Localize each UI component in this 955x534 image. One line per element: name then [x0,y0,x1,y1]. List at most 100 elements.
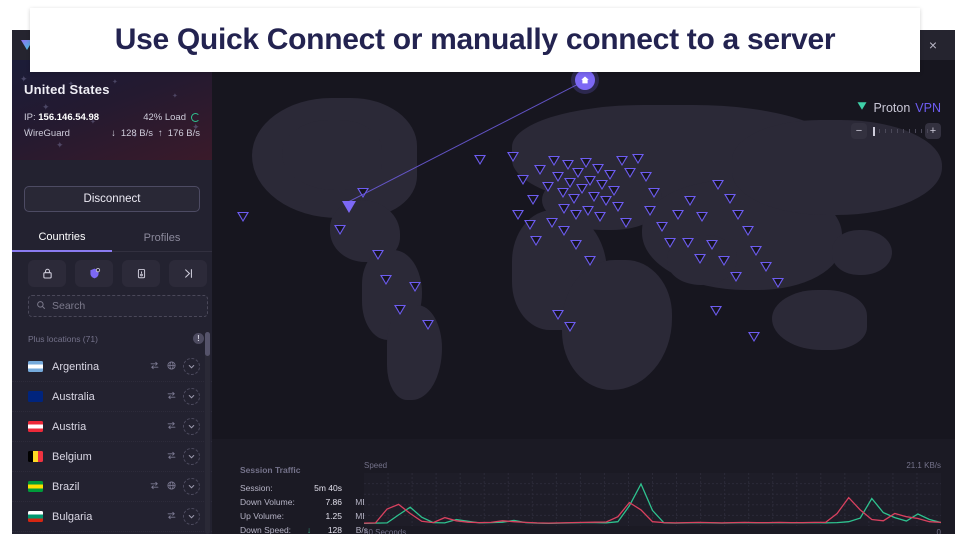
server-pin[interactable] [672,210,684,220]
country-row[interactable]: Bulgaria [12,502,212,532]
server-pin[interactable] [568,194,580,204]
server-pin[interactable] [592,164,604,174]
server-pin[interactable] [548,156,560,166]
server-pin[interactable] [730,272,742,282]
server-pin[interactable] [572,168,584,178]
server-pin[interactable] [422,320,434,330]
server-pin[interactable] [750,246,762,256]
server-pin[interactable] [682,238,694,248]
server-pin[interactable] [748,332,760,342]
zoom-slider-knob[interactable] [873,127,875,136]
country-row[interactable]: Brazil [12,472,212,502]
server-pin[interactable] [584,176,596,186]
server-pin[interactable] [588,192,600,202]
server-pin[interactable] [620,218,632,228]
country-list[interactable]: Argentina Australia Austria Belgium Brazil Bu… [12,352,212,534]
server-pin[interactable] [656,222,668,232]
home-marker-icon[interactable] [575,70,595,90]
server-pin[interactable] [558,226,570,236]
chevron-down-icon[interactable] [183,418,200,435]
server-pin[interactable] [530,236,542,246]
server-pin[interactable] [712,180,724,190]
server-pin[interactable] [534,165,546,175]
chevron-down-icon[interactable] [183,358,200,375]
server-pin[interactable] [474,155,486,165]
server-pin[interactable] [684,196,696,206]
globe-icon[interactable] [166,478,177,496]
globe-icon[interactable] [166,358,177,376]
server-pin[interactable] [694,254,706,264]
country-row[interactable]: Australia [12,382,212,412]
p2p-button[interactable] [169,260,207,287]
zoom-slider-track[interactable] [871,126,928,136]
server-pin[interactable] [558,204,570,214]
search-input[interactable]: Search [28,295,208,317]
server-pin[interactable] [640,172,652,182]
swap-server-icon[interactable] [149,358,160,376]
server-pin[interactable] [732,210,744,220]
swap-server-icon[interactable] [166,388,177,406]
server-pin[interactable] [696,212,708,222]
server-pin[interactable] [380,275,392,285]
server-pin[interactable] [552,172,564,182]
server-pin[interactable] [409,282,421,292]
server-pin[interactable] [542,182,554,192]
map-zoom-control[interactable]: − + [851,122,941,140]
chevron-down-icon[interactable] [183,388,200,405]
server-pin[interactable] [580,158,592,168]
server-pin[interactable] [564,322,576,332]
server-pin[interactable] [724,194,736,204]
world-map[interactable]: Proton VPN − + [212,60,955,439]
server-pin[interactable] [524,220,536,230]
server-pin[interactable] [632,154,644,164]
chevron-down-icon[interactable] [183,448,200,465]
server-pin[interactable] [664,238,676,248]
info-icon[interactable]: ! [193,333,204,344]
server-pin[interactable] [760,262,772,272]
server-pin[interactable] [552,310,564,320]
server-pin[interactable] [372,250,384,260]
server-pin[interactable] [644,206,656,216]
server-pin[interactable] [648,188,660,198]
server-pin[interactable] [624,168,636,178]
server-pin[interactable] [517,175,529,185]
server-pin[interactable] [608,186,620,196]
server-pin[interactable] [718,256,730,266]
server-pin[interactable] [584,256,596,266]
server-pin[interactable] [507,152,519,162]
server-pin[interactable] [600,196,612,206]
server-pin[interactable] [546,218,558,228]
server-pin[interactable] [772,278,784,288]
server-pin[interactable] [527,195,539,205]
swap-server-icon[interactable] [166,508,177,526]
server-pin[interactable] [594,212,606,222]
server-pin[interactable] [604,170,616,180]
tor-button[interactable] [122,260,160,287]
server-pin[interactable] [570,210,582,220]
tab-countries[interactable]: Countries [12,224,112,252]
scrollbar-track[interactable] [205,332,210,534]
country-row[interactable]: Argentina [12,352,212,382]
server-pin[interactable] [512,210,524,220]
scrollbar-thumb[interactable] [205,332,210,356]
server-pin[interactable] [564,178,576,188]
chevron-down-icon[interactable] [183,478,200,495]
server-pin[interactable] [582,206,594,216]
selected-server-pin[interactable] [342,201,356,213]
secure-core-button[interactable] [28,260,66,287]
country-row[interactable]: Belgium [12,442,212,472]
swap-server-icon[interactable] [166,418,177,436]
disconnect-button[interactable]: Disconnect [24,186,200,212]
server-pin[interactable] [742,226,754,236]
server-pin[interactable] [612,202,624,212]
server-pin[interactable] [710,306,722,316]
server-pin[interactable] [394,305,406,315]
server-pin[interactable] [596,180,608,190]
swap-server-icon[interactable] [166,448,177,466]
tab-profiles[interactable]: Profiles [112,224,212,252]
swap-server-icon[interactable] [149,478,160,496]
server-pin[interactable] [334,225,346,235]
server-pin[interactable] [570,240,582,250]
server-pin[interactable] [706,240,718,250]
zoom-out-button[interactable]: − [851,123,867,139]
